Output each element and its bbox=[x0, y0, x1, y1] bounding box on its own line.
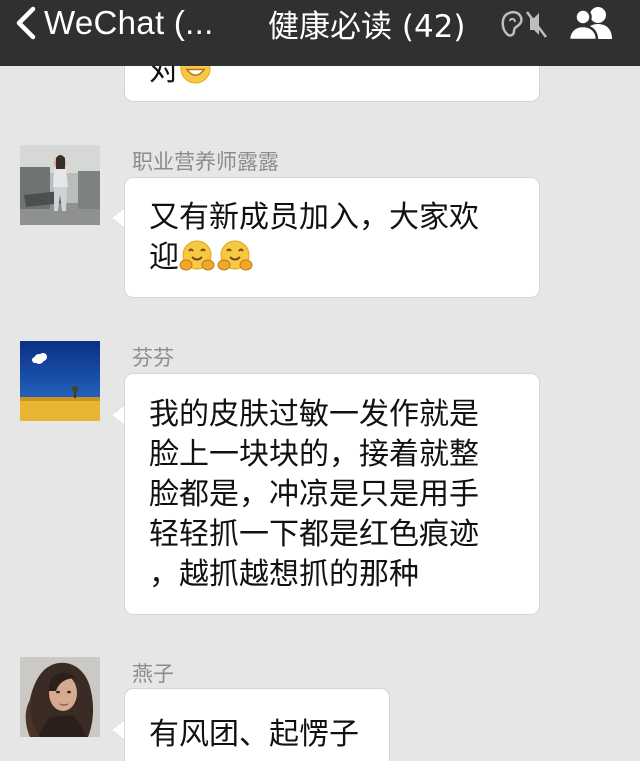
grinning-face-emoji bbox=[180, 66, 211, 84]
sender-name: 职业营养师露露 bbox=[132, 150, 279, 174]
message-text: 又有新成员加入，大家欢 bbox=[149, 200, 479, 235]
hugging-face-emoji bbox=[217, 240, 253, 271]
avatar[interactable] bbox=[20, 341, 100, 421]
avatar[interactable] bbox=[20, 145, 100, 225]
message-text: 对 bbox=[149, 66, 179, 88]
back-button[interactable]: WeChat (... bbox=[14, 0, 214, 46]
message-text: 轻轻抓一下都是红色痕迹 bbox=[149, 517, 479, 552]
sender-name: 燕子 bbox=[132, 662, 174, 686]
message-text: 有风团、起愣子 bbox=[149, 717, 359, 752]
message-text: 脸上一块块的，接着就整 bbox=[149, 437, 479, 472]
message-bubble[interactable]: 我的皮肤过敏一发作就是 脸上一块块的，接着就整 脸都是，冲凉是只是用手 轻轻抓一… bbox=[124, 373, 540, 615]
message-text: 我的皮肤过敏一发作就是 bbox=[149, 397, 479, 432]
message-bubble[interactable]: 又有新成员加入，大家欢 迎 bbox=[124, 177, 540, 298]
navigation-bar: WeChat (... 健康必读 (42) bbox=[0, 0, 640, 66]
avatar[interactable] bbox=[20, 657, 100, 737]
message-bubble[interactable]: 有风团、起愣子 bbox=[124, 688, 390, 761]
message-text: ，越抓越想抓的那种 bbox=[149, 557, 419, 592]
back-button-label: WeChat (... bbox=[44, 4, 214, 41]
group-members-icon[interactable] bbox=[567, 4, 615, 42]
earpiece-mute-icon bbox=[501, 11, 547, 38]
sender-name: 芬芬 bbox=[132, 346, 174, 370]
message-text: 迎 bbox=[149, 240, 179, 275]
message-bubble[interactable]: 对 bbox=[124, 66, 540, 102]
hugging-face-emoji bbox=[179, 240, 215, 271]
message-text: 脸都是，冲凉是只是用手 bbox=[149, 477, 479, 512]
chat-message-list[interactable]: 对 职业营养师露露 又有新成员加入，大家欢 迎 芬芬 我的皮肤过敏一发作就是 脸… bbox=[0, 66, 640, 761]
chevron-left-icon bbox=[16, 6, 36, 40]
chat-title: 健康必读 (42) bbox=[268, 8, 466, 45]
